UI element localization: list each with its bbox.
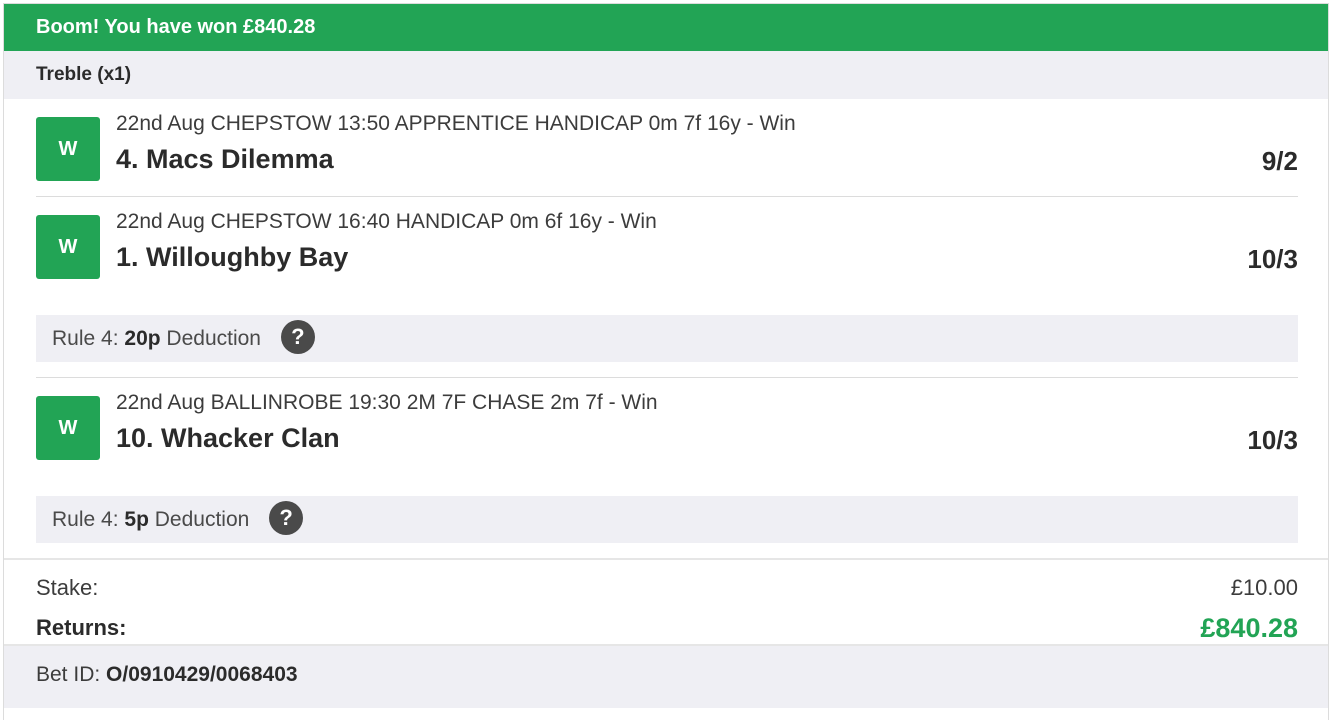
result-badge: W <box>36 396 100 460</box>
rule4-deduction: Rule 4: 5p Deduction ? <box>36 496 1298 543</box>
bet-id-label: Bet ID: <box>36 663 101 686</box>
question-mark-icon[interactable]: ? <box>269 501 304 536</box>
bet-type-label: Treble (x1) <box>4 51 1328 99</box>
selection-odds: 9/2 <box>1261 146 1298 176</box>
selection-2: W 22nd Aug CHEPSTOW 16:40 HANDICAP 0m 6f… <box>36 197 1298 378</box>
rule4-suffix: Deduction <box>154 508 250 531</box>
rule4-prefix: Rule 4: <box>52 327 119 350</box>
returns-label: Returns: <box>36 615 127 640</box>
returns-value: £840.28 <box>1200 613 1298 643</box>
returns-row: Returns: £840.28 <box>36 613 1298 654</box>
stake-row: Stake: £10.00 <box>36 574 1298 614</box>
selection-name: 10. Whacker Clan <box>116 423 340 453</box>
rule4-suffix: Deduction <box>166 327 261 350</box>
stake-value: £10.00 <box>1230 575 1298 600</box>
bet-receipt-card: Boom! You have won £840.28 Treble (x1) W… <box>3 3 1329 720</box>
selection-odds: 10/3 <box>1247 425 1298 455</box>
event-description: 22nd Aug CHEPSTOW 16:40 HANDICAP 0m 6f 1… <box>116 210 657 233</box>
rule4-prefix: Rule 4: <box>52 508 119 531</box>
event-description: 22nd Aug CHEPSTOW 13:50 APPRENTICE HANDI… <box>116 112 796 135</box>
selection-1: W 22nd Aug CHEPSTOW 13:50 APPRENTICE HAN… <box>36 99 1298 197</box>
result-badge: W <box>36 117 100 181</box>
selection-name: 4. Macs Dilemma <box>116 144 334 174</box>
rule4-deduction: Rule 4: 20p Deduction ? <box>36 315 1298 362</box>
event-description: 22nd Aug BALLINROBE 19:30 2M 7F CHASE 2m… <box>116 391 658 414</box>
rule4-amount: 5p <box>124 508 149 531</box>
win-banner: Boom! You have won £840.28 <box>4 4 1328 51</box>
selection-3: W 22nd Aug BALLINROBE 19:30 2M 7F CHASE … <box>36 378 1298 558</box>
bet-totals: Stake: £10.00 Returns: £840.28 <box>4 558 1328 644</box>
rule4-amount: 20p <box>124 327 161 350</box>
result-badge: W <box>36 215 100 279</box>
selection-name: 1. Willoughby Bay <box>116 242 349 272</box>
selection-odds: 10/3 <box>1247 244 1298 274</box>
stake-label: Stake: <box>36 575 99 600</box>
question-mark-icon[interactable]: ? <box>280 320 315 355</box>
selections-list: W 22nd Aug CHEPSTOW 13:50 APPRENTICE HAN… <box>4 99 1328 558</box>
bet-id-value: O/0910429/0068403 <box>106 663 298 686</box>
